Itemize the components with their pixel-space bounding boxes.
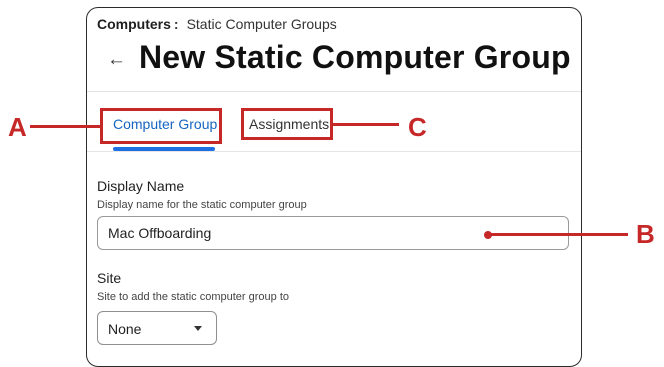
callout-a-label: A bbox=[8, 112, 27, 142]
form-panel: Computers: Static Computer Groups ← New S… bbox=[86, 7, 582, 367]
page-title: New Static Computer Group bbox=[139, 39, 571, 75]
callout-a-line bbox=[30, 125, 100, 128]
arrow-left-icon[interactable]: ← bbox=[107, 49, 126, 71]
breadcrumb-root[interactable]: Computers bbox=[97, 16, 171, 32]
display-name-help: Display name for the static computer gro… bbox=[97, 199, 307, 211]
site-select[interactable]: None bbox=[97, 311, 217, 345]
callout-c-label: C bbox=[408, 112, 427, 142]
site-help: Site to add the static computer group to bbox=[97, 291, 290, 303]
chevron-down-icon bbox=[194, 326, 202, 331]
breadcrumb-current[interactable]: Static Computer Groups bbox=[187, 16, 337, 32]
callout-c-line bbox=[333, 123, 399, 126]
callout-a-box bbox=[100, 108, 222, 144]
tabs-divider bbox=[87, 151, 581, 152]
callout-b-line bbox=[488, 233, 628, 236]
breadcrumb-separator: : bbox=[173, 16, 179, 32]
display-name-label: Display Name bbox=[97, 178, 185, 194]
site-label: Site bbox=[97, 270, 122, 286]
breadcrumb: Computers: Static Computer Groups bbox=[97, 16, 337, 32]
header-divider bbox=[87, 91, 581, 92]
site-select-value: None bbox=[108, 321, 142, 337]
callout-c-box bbox=[241, 108, 333, 140]
callout-b-label: B bbox=[636, 219, 655, 249]
